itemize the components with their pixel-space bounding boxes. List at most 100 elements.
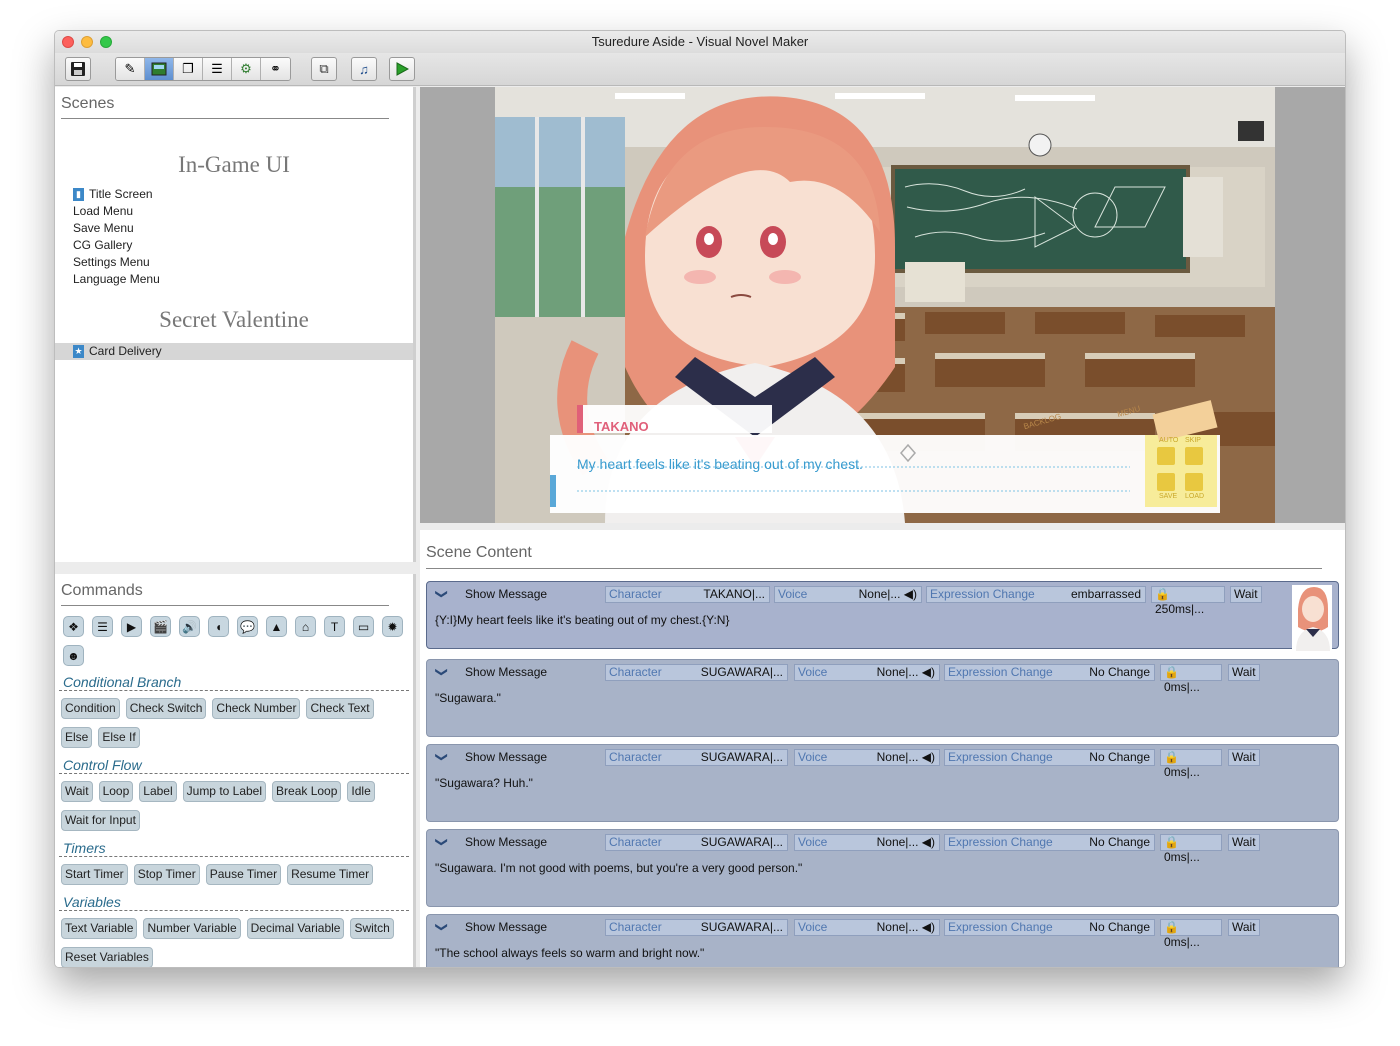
scene-item-load-menu[interactable]: Load Menu <box>55 203 413 220</box>
diamond-command-icon[interactable]: ❖ <box>63 616 84 637</box>
message-text[interactable]: "Sugawara. I'm not good with poems, but … <box>435 861 802 875</box>
clapper-command-icon[interactable]: 🎬 <box>150 616 171 637</box>
music-button[interactable]: ♫ <box>351 57 377 81</box>
number-variable-button[interactable]: Number Variable <box>143 918 241 939</box>
screen-command-icon[interactable]: ▭ <box>353 616 374 637</box>
character-field[interactable]: Character TAKANO|... <box>605 586 770 603</box>
background-command-icon[interactable]: ⌂ <box>295 616 316 637</box>
auto-button[interactable]: AUTO <box>1159 437 1178 444</box>
message-text[interactable]: "The school always feels so warm and bri… <box>435 946 704 960</box>
scene-item-save-menu[interactable]: Save Menu <box>55 220 413 237</box>
chevron-down-icon[interactable]: ❯ <box>435 752 449 762</box>
message-command-icon[interactable]: 💬 <box>237 616 258 637</box>
expression-field[interactable]: Expression Change No Change <box>944 664 1155 681</box>
list-command-icon[interactable]: ☰ <box>92 616 113 637</box>
scene-item-language-menu[interactable]: Language Menu <box>55 271 413 288</box>
character-field[interactable]: Character SUGAWARA|... <box>605 919 788 936</box>
wait-toggle[interactable]: Wait <box>1230 586 1262 603</box>
sound-command-icon[interactable]: 🔊 <box>179 616 200 637</box>
pause-timer-button[interactable]: Pause Timer <box>205 864 282 885</box>
image-command-icon[interactable]: ▲ <box>266 616 287 637</box>
chevron-down-icon[interactable]: ❯ <box>435 589 449 599</box>
emoji-command-icon[interactable]: ☻ <box>63 645 84 666</box>
character-field[interactable]: Character SUGAWARA|... <box>605 749 788 766</box>
load-game-button[interactable]: LOAD <box>1185 493 1204 500</box>
show-message-command-selected[interactable]: ❯ Show Message Character TAKANO|... Voice… <box>426 581 1339 651</box>
duration-field[interactable]: 🔒 250ms|... <box>1151 586 1225 616</box>
scene-button[interactable] <box>145 58 174 80</box>
decimal-variable-button[interactable]: Decimal Variable <box>246 918 345 939</box>
chevron-down-icon[interactable]: ❯ <box>435 922 449 932</box>
label-button[interactable]: Label <box>139 781 177 802</box>
jump-to-label-button[interactable]: Jump to Label <box>182 781 267 802</box>
message-text[interactable]: "Sugawara." <box>435 691 501 705</box>
idle-button[interactable]: Idle <box>347 781 375 802</box>
break-loop-button[interactable]: Break Loop <box>272 781 342 802</box>
character-field[interactable]: Character SUGAWARA|... <box>605 664 788 681</box>
duration-field[interactable]: 🔒 0ms|... <box>1160 664 1222 694</box>
loop-button[interactable]: Loop <box>98 781 134 802</box>
show-message-command[interactable]: ❯ Show Message Character SUGAWARA|... Voi… <box>426 744 1339 822</box>
duration-field[interactable]: 🔒 0ms|... <box>1160 834 1222 864</box>
scene-preview-image[interactable]: TAKANO My heart feels like it's beating … <box>495 87 1275 523</box>
scene-item-card-delivery[interactable]: ★ Card Delivery <box>55 343 413 360</box>
wait-button[interactable]: Wait <box>61 781 93 802</box>
else-if-button[interactable]: Else If <box>98 727 140 748</box>
start-timer-button[interactable]: Start Timer <box>61 864 128 885</box>
duration-field[interactable]: 🔒 0ms|... <box>1160 919 1222 949</box>
minimize-button[interactable] <box>81 36 93 48</box>
link-button[interactable]: ⚭ <box>261 58 290 80</box>
play-button[interactable] <box>389 57 415 81</box>
reset-variables-button[interactable]: Reset Variables <box>61 947 153 967</box>
copy-button[interactable]: ❐ <box>174 58 203 80</box>
layers-button[interactable]: ⧉ <box>311 57 337 81</box>
scene-item-settings-menu[interactable]: Settings Menu <box>55 254 413 271</box>
text-variable-button[interactable]: Text Variable <box>61 918 138 939</box>
text-command-icon[interactable]: T <box>324 616 345 637</box>
duration-field[interactable]: 🔒 0ms|... <box>1160 749 1222 779</box>
voice-command-icon[interactable]: ◖ <box>208 616 229 637</box>
else-button[interactable]: Else <box>61 727 93 748</box>
message-text[interactable]: "Sugawara? Huh." <box>435 776 533 790</box>
script-button[interactable]: ☰ <box>203 58 232 80</box>
voice-field[interactable]: Voice None|... ◀) <box>794 664 940 681</box>
check-number-button[interactable]: Check Number <box>212 698 301 719</box>
scene-item-title-screen[interactable]: ▮ Title Screen <box>55 186 413 203</box>
voice-field[interactable]: Voice None|... ◀) <box>794 834 940 851</box>
voice-field[interactable]: Voice None|... ◀) <box>794 749 940 766</box>
wait-toggle[interactable]: Wait <box>1228 749 1260 766</box>
wait-toggle[interactable]: Wait <box>1228 834 1260 851</box>
chevron-down-icon[interactable]: ❯ <box>435 837 449 847</box>
wait-toggle[interactable]: Wait <box>1228 664 1260 681</box>
resume-timer-button[interactable]: Resume Timer <box>287 864 374 885</box>
expression-field[interactable]: Expression Change No Change <box>944 834 1155 851</box>
switch-button[interactable]: Switch <box>350 918 394 939</box>
stop-timer-button[interactable]: Stop Timer <box>133 864 200 885</box>
wait-for-input-button[interactable]: Wait for Input <box>61 810 140 831</box>
save-game-button[interactable]: SAVE <box>1159 493 1177 500</box>
show-message-command[interactable]: ❯ Show Message Character SUGAWARA|... Voi… <box>426 659 1339 737</box>
character-field[interactable]: Character SUGAWARA|... <box>605 834 788 851</box>
settings-command-icon[interactable]: ✹ <box>382 616 403 637</box>
save-button[interactable] <box>65 57 91 81</box>
skip-button[interactable]: SKIP <box>1185 437 1201 444</box>
pencil-button[interactable]: ✎ <box>116 58 145 80</box>
maximize-button[interactable] <box>100 36 112 48</box>
expression-field[interactable]: Expression Change embarrassed <box>926 586 1146 603</box>
show-message-command[interactable]: ❯ Show Message Character SUGAWARA|... Voi… <box>426 829 1339 907</box>
close-button[interactable] <box>62 36 74 48</box>
chevron-down-icon[interactable]: ❯ <box>435 667 449 677</box>
expression-field[interactable]: Expression Change No Change <box>944 919 1155 936</box>
scene-item-cg-gallery[interactable]: CG Gallery <box>55 237 413 254</box>
wait-toggle[interactable]: Wait <box>1228 919 1260 936</box>
video-command-icon[interactable]: ▶ <box>121 616 142 637</box>
show-message-command[interactable]: ❯ Show Message Character SUGAWARA|... Voi… <box>426 914 1339 967</box>
gears-button[interactable]: ⚙ <box>232 58 261 80</box>
expression-field[interactable]: Expression Change No Change <box>944 749 1155 766</box>
check-text-button[interactable]: Check Text <box>306 698 374 719</box>
condition-button[interactable]: Condition <box>61 698 120 719</box>
voice-field[interactable]: Voice None|... ◀) <box>794 919 940 936</box>
message-text[interactable]: {Y:I}My heart feels like it's beating ou… <box>435 613 729 627</box>
voice-field[interactable]: Voice None|... ◀) <box>774 586 922 603</box>
check-switch-button[interactable]: Check Switch <box>125 698 207 719</box>
